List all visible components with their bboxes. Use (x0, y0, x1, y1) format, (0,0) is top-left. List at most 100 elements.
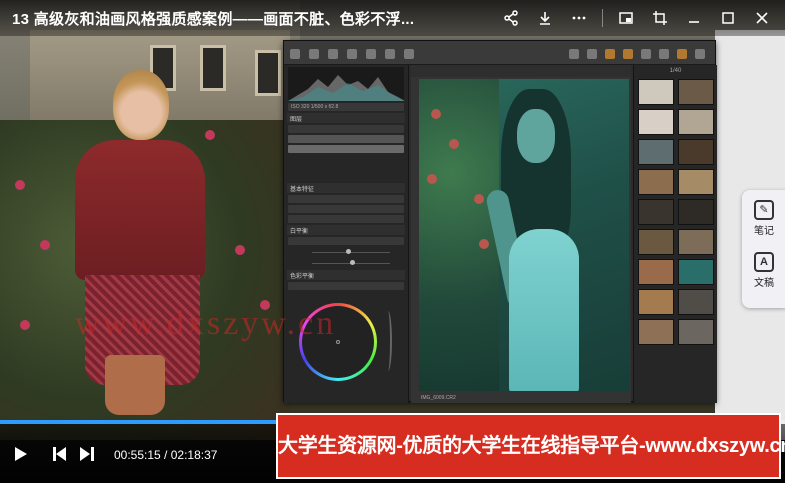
previous-icon[interactable] (53, 447, 67, 461)
layer-select[interactable] (288, 125, 404, 133)
image-viewer[interactable]: IMG_6009.CR2 (411, 65, 631, 403)
export-icon[interactable] (309, 49, 319, 59)
grid-icon[interactable] (569, 49, 579, 59)
watermark: www.dxszyw.cn (75, 305, 337, 342)
cursor-icon[interactable] (366, 49, 376, 59)
download-icon[interactable] (528, 0, 562, 36)
thumbnail[interactable] (638, 259, 674, 285)
filename-label: IMG_6009.CR2 (421, 395, 456, 401)
toolbar-left-tools (290, 49, 414, 59)
capture-one-window[interactable]: ISO 320 1/500 s f/2.8 图层 基本特征 白平衡 色彩平衡 I… (283, 40, 717, 403)
thumbnail[interactable] (638, 169, 674, 195)
close-icon[interactable] (745, 0, 779, 36)
thumbnail[interactable] (678, 229, 714, 255)
side-tool-panel: ✎ 笔记 A 文稿 (742, 190, 785, 308)
redo-icon[interactable] (347, 49, 357, 59)
kelvin-slider[interactable] (288, 248, 404, 256)
rose (20, 320, 30, 330)
layer-brush-icon[interactable] (677, 49, 687, 59)
browser-count: 1/40 (669, 68, 682, 74)
face (517, 109, 555, 163)
maximize-icon[interactable] (711, 0, 745, 36)
curve-select[interactable] (288, 205, 404, 213)
thumbnail[interactable] (638, 199, 674, 225)
engine-select[interactable] (288, 215, 404, 223)
layers-panel-header[interactable]: 图层 (287, 113, 405, 123)
kelvin-knob[interactable] (346, 249, 351, 254)
tint-knob[interactable] (350, 260, 355, 265)
note-button[interactable]: ✎ 笔记 (742, 200, 785, 237)
color-wheel-handle[interactable] (336, 340, 340, 344)
maximize-glyph (722, 12, 734, 24)
histogram (288, 67, 404, 101)
color-balance-tabs[interactable] (288, 282, 404, 290)
minimize-icon[interactable] (677, 0, 711, 36)
eraser-icon[interactable] (404, 49, 414, 59)
wb-mode-select[interactable] (288, 237, 404, 245)
picture-in-picture-icon[interactable] (609, 0, 643, 36)
promo-banner[interactable]: 大学生资源网-优质的大学生在线指导平台-www.dxszyw.cn (276, 413, 785, 479)
separator (602, 9, 603, 27)
play-icon[interactable] (15, 447, 27, 461)
app-toolbar (284, 41, 715, 65)
thumbnail[interactable] (638, 289, 674, 315)
layers-panel-title: 图层 (290, 116, 303, 123)
thumbnail[interactable] (678, 289, 714, 315)
note-label: 笔记 (754, 226, 774, 237)
icc-profile-select[interactable] (288, 195, 404, 203)
fruit (431, 109, 441, 119)
thumbnail[interactable] (638, 79, 674, 105)
crop-tool-icon[interactable] (605, 49, 615, 59)
share-glyph (504, 10, 518, 26)
import-icon[interactable] (290, 49, 300, 59)
document-icon: A (754, 252, 774, 272)
thumbnail[interactable] (678, 79, 714, 105)
brush-icon[interactable] (385, 49, 395, 59)
download-glyph (540, 12, 550, 25)
layer-adjustment[interactable] (288, 145, 404, 153)
viewer-status: IMG_6009.CR2 (419, 393, 629, 403)
color-balance-panel-header[interactable]: 色彩平衡 (287, 270, 405, 280)
thumbnail[interactable] (678, 139, 714, 165)
layer-background[interactable] (288, 135, 404, 143)
basic-panel-header[interactable]: 基本特征 (287, 183, 405, 193)
thumbnail[interactable] (678, 109, 714, 135)
document-button[interactable]: A 文稿 (742, 252, 785, 289)
undo-icon[interactable] (328, 49, 338, 59)
pip-glyph (619, 12, 633, 24)
thumbnail[interactable] (678, 199, 714, 225)
crop-glyph (653, 11, 667, 25)
thumbnail[interactable] (638, 139, 674, 165)
thumbnail[interactable] (678, 319, 714, 345)
thumbnail[interactable] (678, 259, 714, 285)
color-wheel-luma-arc[interactable] (384, 311, 392, 371)
fruit (479, 239, 489, 249)
minimize-glyph (689, 21, 699, 23)
thumbnail[interactable] (638, 229, 674, 255)
settings-icon[interactable] (695, 49, 705, 59)
player-title-bar: 13 高级灰和油画风格强质感案例——画面不脏、色彩不浮... (0, 0, 785, 36)
edited-photo[interactable] (419, 79, 629, 391)
thumbnail[interactable] (678, 169, 714, 195)
color-balance-panel-title: 色彩平衡 (290, 273, 315, 280)
picker-icon[interactable] (623, 49, 633, 59)
next-icon[interactable] (80, 447, 94, 461)
hand-icon[interactable] (587, 49, 597, 59)
rose (40, 240, 50, 250)
window-controls (494, 0, 779, 36)
fruit (474, 194, 484, 204)
white-balance-panel-header[interactable]: 白平衡 (287, 225, 405, 235)
share-icon[interactable] (494, 0, 528, 36)
head (113, 70, 169, 140)
zoom-icon[interactable] (641, 49, 651, 59)
thumbnail[interactable] (638, 319, 674, 345)
more-icon[interactable] (562, 0, 596, 36)
tint-slider[interactable] (288, 259, 404, 267)
total-time: 02:18:37 (170, 448, 218, 462)
crop-icon[interactable] (643, 0, 677, 36)
browser-panel: 1/40 (633, 65, 717, 403)
thumbnail[interactable] (638, 109, 674, 135)
compare-icon[interactable] (659, 49, 669, 59)
rose (15, 180, 25, 190)
